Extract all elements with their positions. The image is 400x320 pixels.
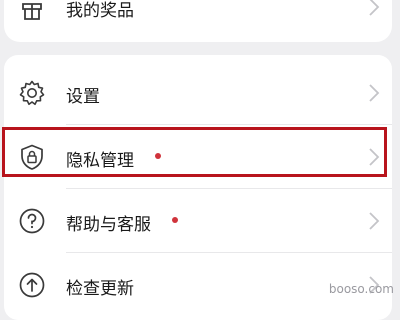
menu-item-update-label: 检查更新 (66, 279, 134, 299)
arrow-up-circle-icon (19, 272, 45, 298)
menu-item-settings-label: 设置 (66, 87, 100, 107)
divider (66, 124, 392, 125)
question-circle-icon (19, 208, 45, 234)
chevron-right-icon (369, 0, 380, 16)
menu-item-settings[interactable]: 设置 (4, 63, 392, 123)
chevron-right-icon (369, 212, 380, 230)
menu-card-top: 我的奖品 (4, 0, 392, 42)
notification-badge (172, 217, 178, 223)
menu-item-prizes[interactable]: 我的奖品 (4, 0, 392, 40)
chevron-right-icon (369, 84, 380, 102)
menu-card-main: 设置 隐私管理 帮助与客服 检查更新 (4, 55, 392, 320)
menu-item-help[interactable]: 帮助与客服 (4, 191, 392, 251)
menu-item-help-label: 帮助与客服 (66, 215, 151, 235)
menu-item-prizes-label: 我的奖品 (66, 1, 134, 21)
divider (66, 188, 392, 189)
divider (66, 252, 392, 253)
watermark: booso.com (328, 282, 394, 296)
gift-icon (22, 3, 42, 20)
highlight-annotation-box (2, 127, 387, 177)
gear-icon (19, 80, 45, 106)
